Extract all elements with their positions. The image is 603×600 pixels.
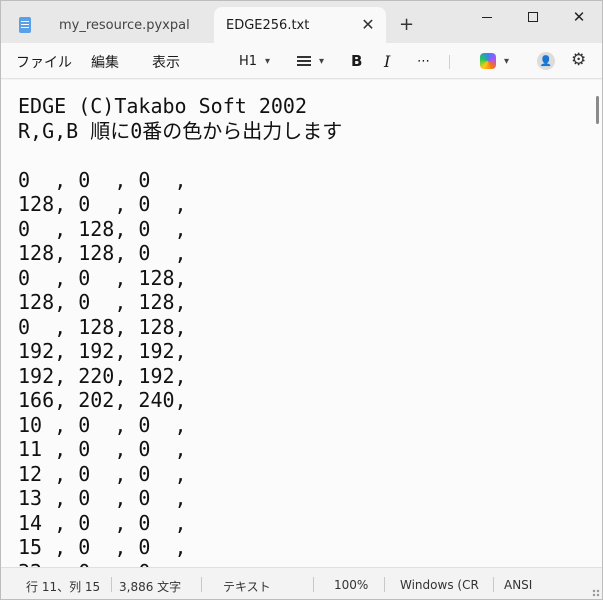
- resize-grip-icon[interactable]: [592, 589, 600, 597]
- text-line: R,G,B 順に0番の色から出力します: [18, 118, 343, 143]
- maximize-button[interactable]: [510, 1, 556, 33]
- document-text[interactable]: EDGE (C)Takabo Soft 2002 R,G,B 順に0番の色から出力…: [18, 94, 342, 567]
- text-line: 0 , 128, 128,: [18, 314, 187, 339]
- notepad-window: my_resource.pyxpal EDGE256.txt ✕ + ✕ ファイ…: [0, 0, 603, 600]
- cursor-position: 行 11、列 15: [26, 580, 101, 594]
- minimize-icon: [482, 16, 492, 18]
- text-line: 13 , 0 , 0 ,: [18, 486, 187, 510]
- status-divider: [493, 577, 494, 592]
- text-line: 128, 0 , 128,: [18, 290, 187, 314]
- encoding[interactable]: ANSI: [504, 578, 532, 592]
- close-window-button[interactable]: ✕: [556, 1, 602, 33]
- status-divider: [384, 577, 385, 592]
- text-line: EDGE (C)Takabo Soft 2002: [18, 94, 307, 118]
- text-line: 0 , 0 , 0 ,: [18, 167, 187, 192]
- notepad-app-icon: [19, 17, 31, 33]
- minimize-button[interactable]: [464, 1, 510, 33]
- zoom-level[interactable]: 100%: [334, 578, 368, 592]
- chevron-down-icon: ▾: [265, 55, 271, 67]
- text-editor[interactable]: EDGE (C)Takabo Soft 2002 R,G,B 順に0番の色から出力…: [1, 80, 602, 567]
- add-tab-icon[interactable]: +: [399, 16, 414, 34]
- text-line: 32 , 0 , 0 ,: [18, 560, 342, 568]
- account-avatar[interactable]: 👤: [537, 52, 555, 70]
- copilot-icon: [480, 53, 496, 69]
- bold-button[interactable]: B: [351, 51, 362, 71]
- text-line: 166, 202, 240,: [18, 388, 187, 412]
- tab-label: my_resource.pyxpal: [59, 17, 190, 33]
- text-line: 192, 220, 192,: [18, 363, 187, 388]
- text-line: 14 , 0 , 0 ,: [18, 510, 187, 535]
- status-divider: [313, 577, 314, 592]
- text-line: 192, 192, 192,: [18, 339, 187, 363]
- tab-edge256[interactable]: EDGE256.txt ✕: [214, 7, 386, 43]
- menu-file[interactable]: ファイル: [16, 52, 72, 72]
- person-icon: 👤: [539, 55, 553, 67]
- tab-my-resource[interactable]: my_resource.pyxpal: [9, 7, 214, 43]
- text-line: 0 , 0 , 128,: [18, 265, 187, 290]
- document-format[interactable]: テキスト: [223, 578, 271, 595]
- more-options-button[interactable]: ⋯: [417, 51, 430, 71]
- text-line: 0 , 128, 0 ,: [18, 216, 187, 241]
- bold-icon: B: [351, 52, 363, 70]
- italic-icon: I: [384, 51, 391, 71]
- list-icon: [297, 56, 311, 66]
- maximize-icon: [528, 12, 538, 22]
- settings-gear-icon[interactable]: ⚙: [571, 50, 586, 70]
- title-bar: my_resource.pyxpal EDGE256.txt ✕ + ✕: [1, 1, 602, 43]
- close-tab-icon[interactable]: ✕: [360, 17, 376, 33]
- heading-label: H1: [239, 53, 258, 69]
- more-icon: ⋯: [417, 53, 430, 69]
- text-line: [18, 143, 342, 168]
- chevron-down-icon: ▾: [504, 55, 510, 67]
- text-line: 12 , 0 , 0 ,: [18, 461, 187, 486]
- menu-edit[interactable]: 編集: [91, 52, 119, 72]
- tab-label: EDGE256.txt: [226, 17, 310, 33]
- vertical-scrollbar[interactable]: [596, 96, 599, 124]
- chevron-down-icon: ▾: [319, 55, 325, 67]
- toolbar-divider: [449, 55, 450, 69]
- window-controls: ✕: [464, 1, 602, 33]
- text-line: 128, 0 , 0 ,: [18, 192, 187, 216]
- heading-dropdown[interactable]: H1 ▾: [239, 51, 270, 71]
- status-divider: [201, 577, 202, 592]
- character-count: 3,886 文字: [119, 580, 182, 594]
- copilot-dropdown[interactable]: ▾: [480, 51, 509, 71]
- text-line: 128, 128, 0 ,: [18, 241, 187, 265]
- close-icon: ✕: [572, 7, 586, 26]
- text-line: 15 , 0 , 0 ,: [18, 535, 187, 559]
- line-ending[interactable]: Windows (CR: [400, 578, 479, 592]
- text-line: 10 , 0 , 0 ,: [18, 412, 187, 437]
- italic-button[interactable]: I: [384, 51, 390, 71]
- menu-view[interactable]: 表示: [152, 52, 180, 72]
- status-divider: [111, 577, 112, 592]
- text-line: 11 , 0 , 0 ,: [18, 437, 187, 461]
- status-bar: 行 11、列 15 3,886 文字 テキスト 100% Windows (CR…: [1, 567, 602, 599]
- menu-bar: ファイル 編集 表示 H1 ▾ ▾ B I ⋯ ▾ 👤 ⚙: [1, 43, 602, 79]
- list-dropdown[interactable]: ▾: [297, 51, 324, 71]
